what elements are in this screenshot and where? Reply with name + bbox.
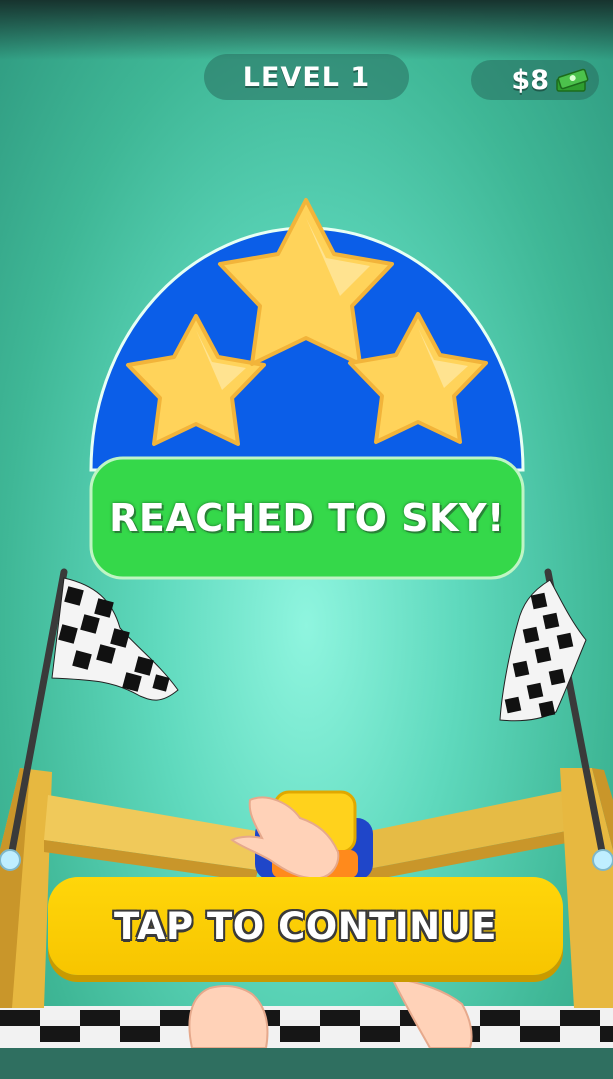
continue-button[interactable]: TAP TO CONTINUE [48,877,563,975]
bottom-bar [0,1048,613,1079]
star-rating-badge [89,198,525,472]
result-message: REACHED TO SKY! [109,496,505,540]
finish-line [0,1006,613,1048]
